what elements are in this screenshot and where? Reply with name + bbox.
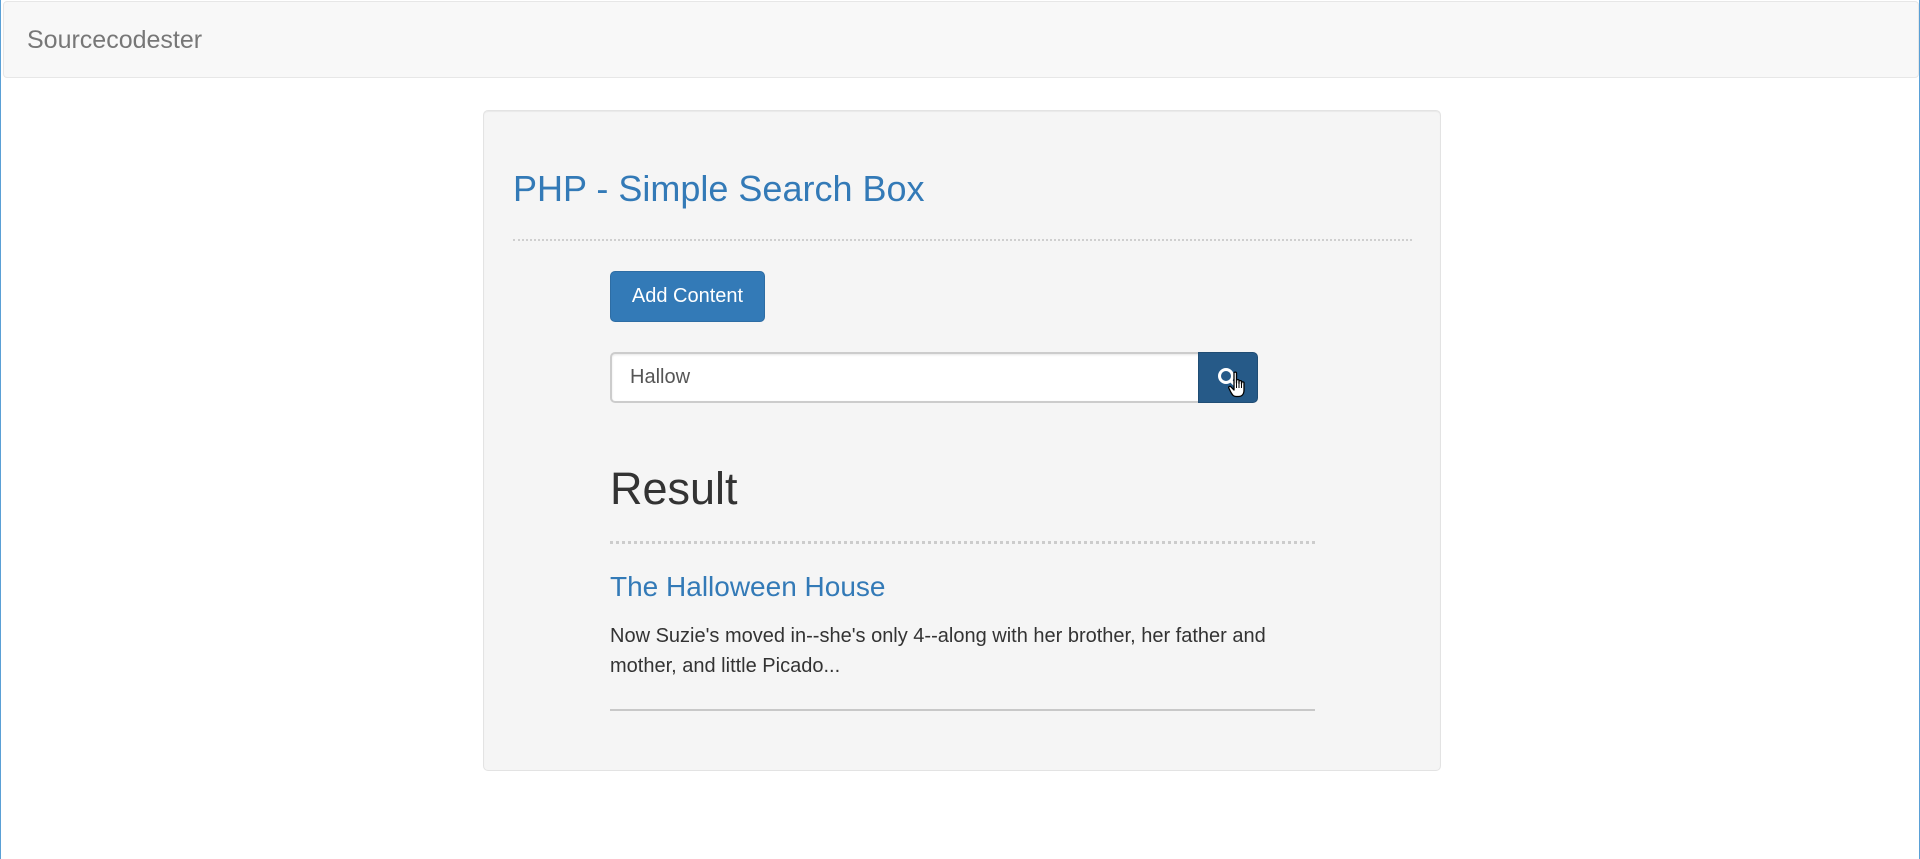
search-button[interactable]: [1198, 352, 1258, 403]
browser-viewport: Sourcecodester PHP - Simple Search Box A…: [0, 0, 1920, 859]
result-divider: [610, 541, 1315, 544]
navbar: Sourcecodester: [3, 1, 1919, 78]
main-panel: PHP - Simple Search Box Add Content Resu…: [483, 110, 1441, 771]
title-divider: [513, 239, 1412, 241]
search-icon: [1217, 367, 1239, 389]
result-title-link[interactable]: The Halloween House: [610, 571, 886, 603]
page-title: PHP - Simple Search Box: [513, 168, 925, 209]
search-input[interactable]: [610, 352, 1200, 403]
result-heading: Result: [610, 463, 738, 514]
result-separator: [610, 709, 1315, 711]
navbar-brand[interactable]: Sourcecodester: [27, 26, 202, 55]
result-snippet: Now Suzie's moved in--she's only 4--alon…: [610, 625, 1266, 677]
add-content-button[interactable]: Add Content: [610, 271, 765, 322]
